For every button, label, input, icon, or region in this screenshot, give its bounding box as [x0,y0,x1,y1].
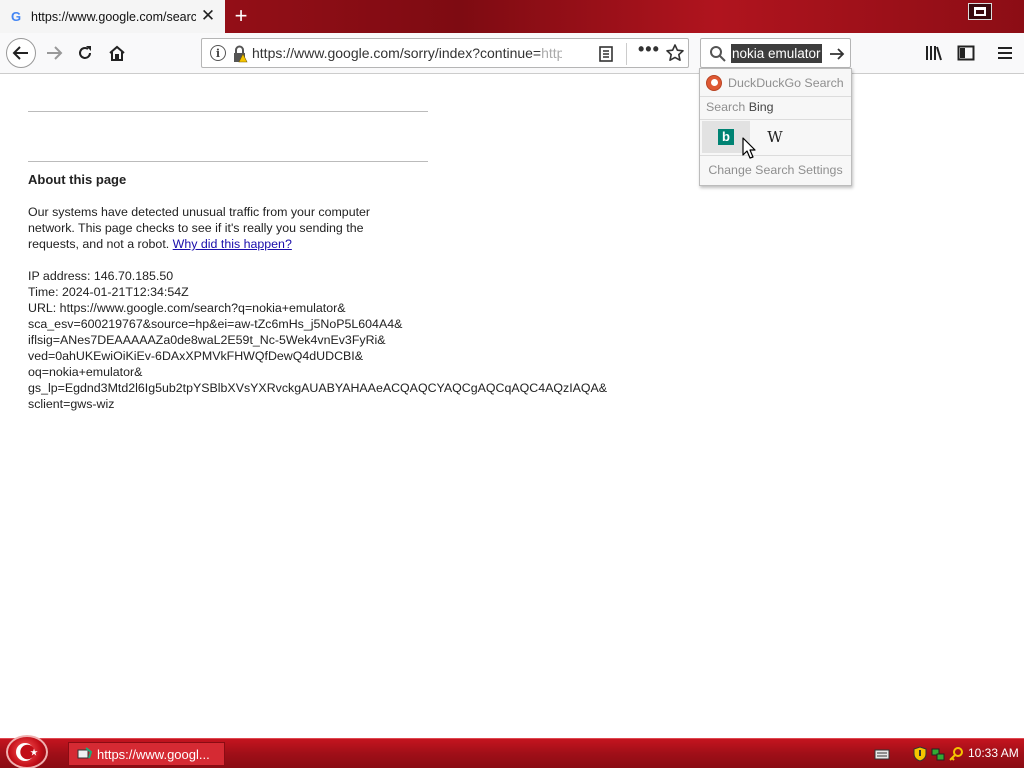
change-search-settings-button[interactable]: Change Search Settings [700,158,851,182]
site-info-icon[interactable]: i [210,45,226,61]
window-restore-button[interactable] [968,3,992,20]
screen: G https://www.google.com/search ✕ + i ht… [0,0,1024,768]
url-line: gs_lp=Egdnd3Mtd2l6Ig5ub2tpYSBlbXVsYXRvck… [28,381,608,395]
url-line: sclient=gws-wiz [28,397,115,411]
url-line: URL: https://www.google.com/search?q=nok… [28,301,346,315]
home-icon [109,45,125,61]
divider-middle [28,161,428,162]
url-continuation: https://www.google.com/search [541,45,562,61]
nav-toolbar: i https://www.google.com/sorry/index?con… [0,33,1024,74]
reload-icon [79,46,91,59]
browser-window-icon [77,747,93,759]
unusual-traffic-message: Our systems have detected unusual traffi… [28,204,408,252]
home-button[interactable] [103,39,131,67]
bing-icon: b [718,129,734,145]
url-text[interactable]: https://www.google.com/sorry/index?conti… [252,45,562,61]
new-tab-button[interactable]: + [229,3,253,28]
urlbar-separator [626,43,627,65]
popup-divider [700,119,851,120]
arrow-right-icon [47,46,63,60]
ip-address-line: IP address: 146.70.185.50 [28,269,174,283]
url-line: iflsig=ANes7DEAAAAAZa0de8waL2E59t_Nc-5We… [28,333,386,347]
start-button[interactable] [6,735,48,768]
reload-button[interactable] [71,39,99,67]
insecure-lock-icon[interactable] [232,45,248,63]
sidebar-toggle-button[interactable] [952,39,980,67]
search-icon[interactable] [709,45,727,63]
sidebar-icon [957,45,975,61]
mouse-pointer-icon [742,137,756,159]
engine-wikipedia-button[interactable]: W [751,121,799,153]
about-heading: About this page [28,172,127,187]
restore-icon [974,7,986,16]
duckduckgo-icon [706,75,722,91]
wikipedia-icon: W [767,128,783,146]
tab-strip: G https://www.google.com/search ✕ + [0,0,1024,33]
close-tab-icon[interactable]: ✕ [200,6,216,25]
tab-title: https://www.google.com/search [31,9,196,24]
arrow-left-icon [12,46,28,60]
keyboard-icon[interactable] [874,746,890,762]
url-line: ved=0ahUKEwiOiKiEv-6DAxXPMVkFHWQfDewQ4dU… [28,349,363,363]
hamburger-menu-icon [998,47,1012,59]
search-bar[interactable]: nokia emulator [700,38,851,68]
forward-button[interactable] [40,39,68,67]
key-icon[interactable] [948,746,964,762]
search-engine-popup: DuckDuckGo Search Search Bing b W Change… [699,68,852,186]
taskbar: https://www.googl... 10:33 AM [0,735,1024,768]
popup-divider [700,96,851,97]
library-icon [926,46,942,61]
search-with-header: Search Bing [706,100,774,114]
network-icon[interactable] [930,746,946,762]
tab-google-search[interactable]: G https://www.google.com/search ✕ [0,0,225,33]
url-line: oq=nokia+emulator& [28,365,143,379]
search-go-arrow-icon[interactable] [827,44,847,64]
shield-icon[interactable] [912,746,928,762]
duckduckgo-search-label: DuckDuckGo Search [728,76,844,90]
divider-top [28,111,428,112]
request-info: IP address: 146.70.185.50 Time: 2024-01-… [28,268,607,412]
system-clock[interactable]: 10:33 AM [968,746,1019,760]
back-button[interactable] [6,38,36,68]
page-actions-icon[interactable]: ••• [638,40,660,64]
taskbar-browser-window[interactable]: https://www.googl... [68,742,225,766]
crescent-star-logo-icon [16,743,38,761]
time-line: Time: 2024-01-21T12:34:54Z [28,285,189,299]
menu-button[interactable] [991,39,1019,67]
bookmark-star-icon[interactable] [665,43,685,63]
popup-divider [700,155,851,156]
url-main: https://www.google.com/sorry/index?conti… [252,45,542,61]
search-with-prefix: Search [706,100,746,114]
google-favicon-icon: G [10,9,22,24]
search-with-engine: Bing [748,100,774,114]
library-button[interactable] [920,39,948,67]
why-link[interactable]: Why did this happen? [173,237,292,251]
url-line: sca_esv=600219767&source=hp&ei=aw-tZc6mH… [28,317,403,331]
taskbar-window-title: https://www.googl... [97,746,210,762]
reader-view-icon[interactable] [597,45,615,63]
duckduckgo-search-option[interactable]: DuckDuckGo Search [700,71,851,95]
search-input[interactable]: nokia emulator [731,44,822,63]
url-bar[interactable]: i https://www.google.com/sorry/index?con… [201,38,689,68]
